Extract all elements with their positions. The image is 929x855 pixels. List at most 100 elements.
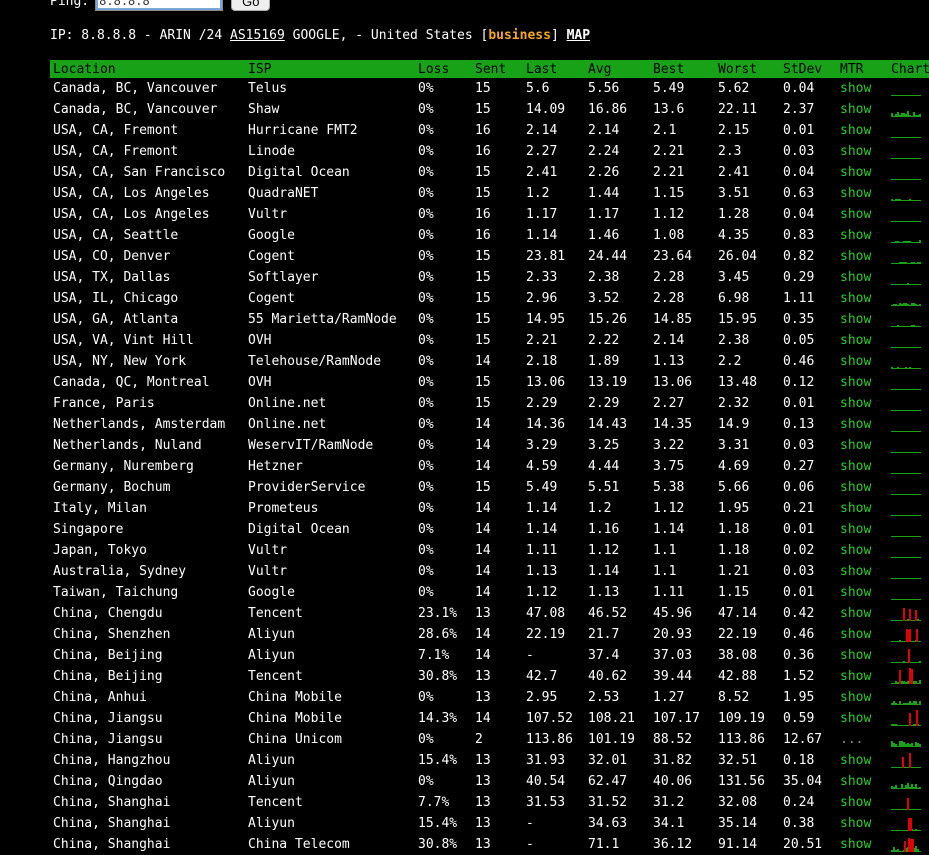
avg-cell: 16.86 bbox=[588, 102, 628, 117]
worst-cell: 2.41 bbox=[718, 165, 750, 180]
mtr-show-link[interactable]: show bbox=[837, 120, 888, 141]
worst-cell: 22.19 bbox=[718, 627, 758, 642]
loss-cell: 0% bbox=[418, 543, 434, 558]
latency-chart bbox=[888, 624, 929, 645]
stdev-cell: 0.59 bbox=[783, 711, 815, 726]
worst-cell: 15.95 bbox=[718, 312, 758, 327]
table-header-row: Location ISP Loss Sent Last Avg Best Worst StDev… bbox=[50, 60, 929, 78]
mtr-show-link[interactable]: show bbox=[837, 372, 888, 393]
avg-cell: 32.01 bbox=[588, 753, 628, 768]
mtr-show-link[interactable]: show bbox=[837, 456, 888, 477]
isp-cell: Vultr bbox=[248, 564, 288, 579]
best-cell: 1.1 bbox=[653, 564, 677, 579]
worst-cell: 3.31 bbox=[718, 438, 750, 453]
mtr-show-link[interactable]: show bbox=[837, 330, 888, 351]
chart-loss-bar bbox=[912, 839, 914, 852]
mtr-show-link[interactable]: show bbox=[837, 624, 888, 645]
mtr-show-link[interactable]: show bbox=[837, 519, 888, 540]
chart-sample-bar bbox=[919, 851, 921, 852]
mtr-show-link[interactable]: show bbox=[837, 813, 888, 834]
sent-cell: 13 bbox=[475, 774, 491, 789]
mtr-show-link[interactable]: show bbox=[837, 645, 888, 666]
location-cell: Canada, BC, Vancouver bbox=[53, 102, 218, 117]
location-cell: Netherlands, Nuland bbox=[53, 438, 202, 453]
latency-chart bbox=[888, 729, 929, 750]
mtr-show-link[interactable]: show bbox=[837, 288, 888, 309]
mtr-show-link[interactable]: show bbox=[837, 246, 888, 267]
mtr-show-link[interactable]: show bbox=[837, 393, 888, 414]
mtr-show-link[interactable]: show bbox=[837, 78, 888, 99]
avg-cell: 2.53 bbox=[588, 690, 620, 705]
mtr-show-link[interactable]: show bbox=[837, 687, 888, 708]
stdev-cell: 1.95 bbox=[783, 690, 815, 705]
table-row: China, Jiangsu China Mobile 14.3% 14 107.52 1… bbox=[50, 708, 929, 729]
mtr-show-link[interactable]: show bbox=[837, 141, 888, 162]
avg-cell: 1.16 bbox=[588, 522, 620, 537]
location-cell: China, Shenzhen bbox=[53, 627, 171, 642]
mtr-show-link[interactable]: show bbox=[837, 183, 888, 204]
latency-chart bbox=[888, 456, 929, 477]
mtr-show-link[interactable]: show bbox=[837, 666, 888, 687]
isp-cell: 55 Marietta/RamNode bbox=[248, 312, 397, 327]
chart-sample-bar bbox=[919, 599, 921, 600]
go-button[interactable]: Go bbox=[231, 0, 271, 11]
table-row: USA, CA, Los Angeles QuadraNET 0% 15 1.2 1.44… bbox=[50, 183, 929, 204]
table-row: USA, CO, Denver Cogent 0% 15 23.81 24.44 23.64… bbox=[50, 246, 929, 267]
chart-sample-bar bbox=[919, 578, 921, 579]
mtr-show-link[interactable]: show bbox=[837, 834, 888, 855]
stdev-cell: 0.83 bbox=[783, 228, 815, 243]
column-header: Sent bbox=[472, 60, 523, 78]
mtr-show-link[interactable]: show bbox=[837, 498, 888, 519]
table-row: Canada, BC, Vancouver Shaw 0% 15 14.09 16.86 1… bbox=[50, 99, 929, 120]
mtr-show-link[interactable]: show bbox=[837, 225, 888, 246]
mtr-show-link[interactable]: show bbox=[837, 351, 888, 372]
isp-cell: ProviderService bbox=[248, 480, 366, 495]
best-cell: 2.14 bbox=[653, 333, 685, 348]
best-cell: 45.96 bbox=[653, 606, 693, 621]
sent-cell: 14 bbox=[475, 585, 491, 600]
loss-cell: 15.4% bbox=[418, 816, 458, 831]
mtr-show-link[interactable]: show bbox=[837, 771, 888, 792]
loss-cell: 0% bbox=[418, 291, 434, 306]
chart-sample-bar bbox=[919, 744, 921, 747]
asn-link[interactable]: AS15169 bbox=[230, 28, 285, 43]
mtr-show-link[interactable]: show bbox=[837, 708, 888, 729]
mtr-show-link[interactable]: show bbox=[837, 792, 888, 813]
loss-cell: 0% bbox=[418, 396, 434, 411]
results-table: Location ISP Loss Sent Last Avg Best Worst StDev… bbox=[50, 60, 929, 855]
stdev-cell: 0.18 bbox=[783, 753, 815, 768]
mtr-show-link[interactable]: show bbox=[837, 561, 888, 582]
mtr-show-link[interactable]: show bbox=[837, 414, 888, 435]
mtr-show-link[interactable]: show bbox=[837, 267, 888, 288]
column-header: Chart bbox=[888, 60, 929, 78]
mtr-show-link[interactable]: show bbox=[837, 603, 888, 624]
mtr-show-link[interactable]: show bbox=[837, 582, 888, 603]
worst-cell: 5.66 bbox=[718, 480, 750, 495]
mtr-show-link[interactable]: show bbox=[837, 162, 888, 183]
table-row: China, Beijing Tencent 30.8% 13 42.7 40.62 39.… bbox=[50, 666, 929, 687]
stdev-cell: 0.03 bbox=[783, 144, 815, 159]
location-cell: USA, TX, Dallas bbox=[53, 270, 171, 285]
isp-cell: Hurricane FMT2 bbox=[248, 123, 358, 138]
map-link[interactable]: MAP bbox=[567, 28, 590, 43]
mtr-show-link[interactable]: show bbox=[837, 99, 888, 120]
latency-chart bbox=[888, 435, 929, 456]
column-header: ISP bbox=[245, 60, 415, 78]
isp-cell: Tencent bbox=[248, 669, 303, 684]
sent-cell: 16 bbox=[475, 123, 491, 138]
mtr-show-link[interactable]: show bbox=[837, 204, 888, 225]
avg-cell: 108.21 bbox=[588, 711, 635, 726]
ping-input[interactable] bbox=[95, 0, 224, 11]
latency-chart bbox=[888, 582, 929, 603]
mtr-show-link[interactable]: show bbox=[837, 750, 888, 771]
mtr-show-link[interactable]: show bbox=[837, 435, 888, 456]
loss-cell: 0% bbox=[418, 144, 434, 159]
table-row: Japan, Tokyo Vultr 0% 14 1.11 1.12 1.1 1.18 0.02… bbox=[50, 540, 929, 561]
mtr-show-link[interactable]: show bbox=[837, 309, 888, 330]
mtr-show-link[interactable]: show bbox=[837, 477, 888, 498]
loss-cell: 0% bbox=[418, 375, 434, 390]
worst-cell: 1.28 bbox=[718, 207, 750, 222]
chart-loss-bar bbox=[908, 649, 910, 663]
chart-sample-bar bbox=[919, 767, 921, 768]
mtr-show-link[interactable]: show bbox=[837, 540, 888, 561]
